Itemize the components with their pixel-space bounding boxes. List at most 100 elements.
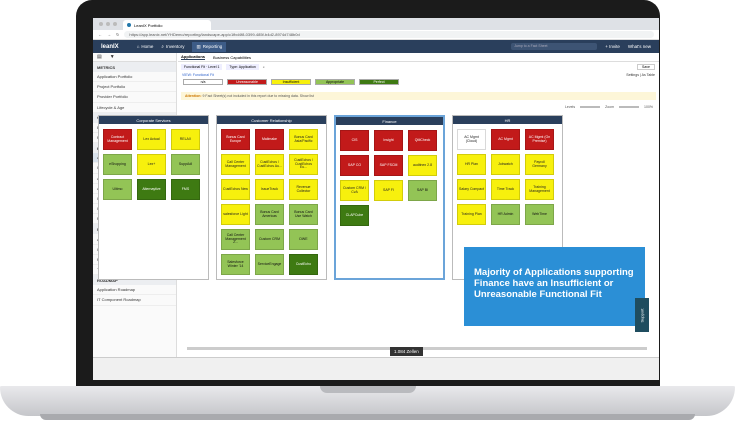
capability-title[interactable]: Customer Relationship: [217, 116, 326, 124]
search-icon[interactable]: ⌕: [263, 65, 265, 69]
whats-new-button[interactable]: What's new: [628, 44, 651, 49]
chart-icon[interactable]: ▤: [97, 54, 102, 60]
report-tabs: Applications Business Capabilities: [178, 53, 659, 62]
settings-button[interactable]: Settings: [626, 73, 639, 77]
application-tile[interactable]: Call Center Management: [221, 154, 250, 175]
sidebar-item[interactable]: Lifecycle & Age: [93, 103, 176, 113]
tab-business-capabilities[interactable]: Business Capabilities: [213, 55, 251, 60]
url-field[interactable]: https://app.leanix.net/YHDemo/reporting/…: [124, 31, 654, 38]
application-tile[interactable]: AC Mgmt (Cloud): [457, 129, 486, 150]
bottom-bar: [93, 357, 659, 380]
invite-button[interactable]: + Invite: [605, 44, 620, 49]
app-logo[interactable]: leanIX: [101, 44, 119, 50]
application-tile[interactable]: SAP FSCM: [374, 155, 403, 176]
application-tile[interactable]: RELAX: [171, 129, 200, 150]
finance-callout: Majority of Applications supporting Fina…: [464, 247, 645, 326]
application-tile[interactable]: Training Plan: [457, 204, 486, 225]
application-tile[interactable]: DWE: [289, 229, 318, 250]
support-button[interactable]: Support: [635, 298, 649, 332]
sidebar-item[interactable]: IT Component Roadmap: [93, 295, 176, 306]
application-tile[interactable]: auditnex 2.8: [408, 155, 437, 176]
application-tile[interactable]: AC Mgmt (On Premise): [525, 129, 554, 150]
application-tile[interactable]: Alternaytive: [137, 179, 166, 200]
application-tile[interactable]: Jobwatch: [491, 154, 520, 175]
application-tile[interactable]: Lex Actual: [137, 129, 166, 150]
application-tile[interactable]: Call Center Management 2...: [221, 229, 250, 250]
application-tile[interactable]: Bonus Card Americas: [255, 204, 284, 225]
application-tile[interactable]: QMCheck: [408, 130, 437, 151]
application-tile[interactable]: SAP BI: [408, 180, 437, 201]
application-tile[interactable]: CustEchos / CustEchos Eu...: [289, 154, 318, 175]
application-tile[interactable]: Time Track: [491, 179, 520, 200]
application-tile[interactable]: Salesforce Winter '14: [221, 254, 250, 275]
zoom-tooltip: 1.084 Zellen: [390, 347, 423, 356]
view-row: VIEW: Functional Fit Settings | As Table: [182, 73, 655, 77]
application-tile[interactable]: IssueTrack: [255, 179, 284, 200]
capability-title[interactable]: HR: [453, 116, 562, 124]
nav-inventory[interactable]: ⌕ Inventory: [161, 44, 184, 49]
application-tile[interactable]: Ultimo: [103, 179, 132, 200]
application-tile[interactable]: Payroll Germany: [525, 154, 554, 175]
filter-icon[interactable]: ▼: [110, 54, 115, 60]
forward-icon[interactable]: →: [107, 32, 111, 37]
legend-item: Unreasonable: [227, 79, 267, 85]
filter-bar: Functional Fit · Level 1 Type: Applicati…: [178, 62, 659, 71]
application-tile[interactable]: Mailmake: [255, 129, 284, 150]
application-tile[interactable]: Bonus Card Asia/Pacific: [289, 129, 318, 150]
application-tile[interactable]: HR Plan: [457, 154, 486, 175]
laptop-foot: [40, 414, 695, 420]
reload-icon[interactable]: ↻: [116, 32, 119, 37]
application-tile[interactable]: Bonus Card Europe: [221, 129, 250, 150]
sidebar-item[interactable]: Provider Portfolio: [93, 92, 176, 103]
application-tile[interactable]: Lex+: [137, 154, 166, 175]
application-tile[interactable]: CIS: [340, 130, 369, 151]
back-icon[interactable]: ←: [98, 32, 102, 37]
sidebar-item[interactable]: Application Roadmap: [93, 285, 176, 296]
app-header: leanIX ⌂ Home ⌕ Inventory ▥ Reporting Jump …: [93, 40, 659, 53]
application-tile[interactable]: CustEcho: [289, 254, 318, 275]
filter-chip[interactable]: Functional Fit · Level 1: [181, 63, 223, 70]
nav-home[interactable]: ⌂ Home: [137, 44, 154, 49]
application-tile[interactable]: salesforce Light: [221, 204, 250, 225]
laptop-notch: [320, 386, 416, 393]
capability-title[interactable]: Corporate Services: [99, 116, 208, 124]
application-tile[interactable]: CLAPCube: [340, 205, 369, 226]
save-button[interactable]: Save: [637, 63, 655, 70]
nav-reporting[interactable]: ▥ Reporting: [192, 41, 227, 52]
application-tile[interactable]: WebTime: [525, 204, 554, 225]
application-tile[interactable]: AC Mgmt: [491, 129, 520, 150]
sidebar-item[interactable]: Application Portfolio: [93, 72, 176, 83]
application-tile[interactable]: CustEchos / CustEchos Au...: [255, 154, 284, 175]
sidebar-item[interactable]: Project Portfolio: [93, 82, 176, 93]
levels-slider[interactable]: [580, 105, 601, 108]
factsheet-search-input[interactable]: Jump to a Fact Sheet: [511, 43, 598, 50]
application-tile[interactable]: SAP FI: [374, 180, 403, 201]
application-tile[interactable]: Training Management: [525, 179, 554, 200]
application-tile[interactable]: Custom CRM / CvA: [340, 180, 369, 201]
view-selector[interactable]: VIEW: Functional Fit: [182, 73, 214, 77]
application-tile[interactable]: eShopping: [103, 154, 132, 175]
application-tile[interactable]: ServiceEngage: [255, 254, 284, 275]
application-tile[interactable]: CustEchos New: [221, 179, 250, 200]
application-tile[interactable]: Custom CRM: [255, 229, 284, 250]
filter-chip[interactable]: Type: Application: [226, 63, 259, 70]
application-tile[interactable]: SAP CO: [340, 155, 369, 176]
application-tile[interactable]: Insight: [374, 130, 403, 151]
browser-tab[interactable]: LeanIX Portfolio: [123, 20, 211, 30]
search-icon: ⌕: [161, 44, 164, 49]
application-tile[interactable]: Salary Compact: [457, 179, 486, 200]
application-tile[interactable]: Bonus Card Use Watch: [289, 204, 318, 225]
application-tile[interactable]: Revenue Collector: [289, 179, 318, 200]
capability-title[interactable]: Finance: [336, 117, 443, 125]
application-tile[interactable]: Contract Management: [103, 129, 132, 150]
zoom-slider[interactable]: [619, 105, 640, 108]
application-tile[interactable]: SuppAdl: [171, 154, 200, 175]
application-tile[interactable]: FMS: [171, 179, 200, 200]
favicon-icon: [127, 23, 131, 27]
application-tile[interactable]: HR Admin: [491, 204, 520, 225]
attention-banner: Attention: 9 Fact Sheet(s) not included …: [181, 92, 656, 100]
tab-applications[interactable]: Applications: [181, 54, 206, 60]
window-controls[interactable]: [99, 22, 117, 26]
legend-item: Appropriate: [315, 79, 355, 85]
as-table-button[interactable]: As Table: [642, 73, 655, 77]
